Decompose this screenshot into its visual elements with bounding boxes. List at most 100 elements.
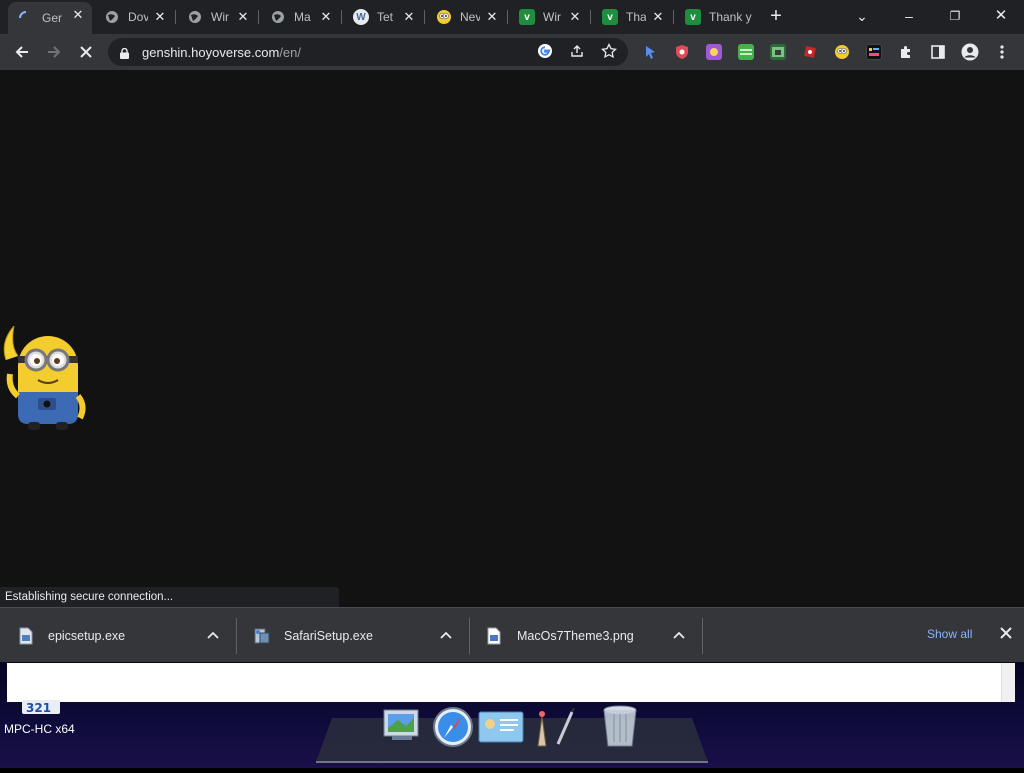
- tab-close-icon[interactable]: ✕: [567, 9, 583, 25]
- loading-spinner-icon: [18, 10, 34, 26]
- more-menu-icon[interactable]: [992, 42, 1012, 62]
- tab-title: Ger: [42, 11, 62, 25]
- mpc-hc-label[interactable]: MPC-HC x64: [4, 722, 75, 736]
- cursor-extension-icon[interactable]: [642, 44, 658, 60]
- tab-download[interactable]: Dov ✕: [94, 4, 174, 30]
- address-bar[interactable]: genshin.hoyoverse.com/en/: [108, 38, 628, 66]
- tab-title: Wir: [211, 10, 229, 24]
- stop-loading-button[interactable]: [74, 40, 98, 64]
- tab-title: Tha: [626, 10, 646, 24]
- tab-close-icon[interactable]: ✕: [484, 9, 500, 25]
- bookmark-star-icon[interactable]: [600, 42, 618, 61]
- show-all-link[interactable]: Show all: [927, 627, 972, 641]
- download-item[interactable]: MacOs7Theme3.png: [469, 608, 702, 663]
- image-file-icon: [487, 627, 503, 645]
- tab-separator: [258, 10, 259, 24]
- tab-close-icon[interactable]: ✕: [318, 9, 334, 25]
- tab-win[interactable]: Wir ✕: [177, 4, 257, 30]
- tab-genshin[interactable]: Ger ✕: [8, 2, 92, 34]
- chevron-up-icon[interactable]: [671, 627, 687, 643]
- download-filename: SafariSetup.exe: [284, 628, 373, 643]
- download-item[interactable]: epicsetup.exe: [0, 608, 236, 663]
- blank-window-strip: [7, 663, 1015, 702]
- globe-icon: [270, 9, 286, 25]
- pen-tools-dock-icon[interactable]: [528, 707, 578, 753]
- tab-separator: [673, 10, 674, 24]
- shield-extension-icon[interactable]: [674, 44, 690, 60]
- tab-separator: [590, 10, 591, 24]
- scrollbar[interactable]: [1001, 663, 1015, 702]
- download-shelf: epicsetup.exe SafariSetup.exe MacOs7Them…: [0, 607, 1024, 662]
- chevron-up-icon[interactable]: [438, 627, 454, 643]
- page-viewport: [0, 70, 1024, 607]
- tab-close-icon[interactable]: ✕: [70, 7, 86, 23]
- close-window-button[interactable]: ✕: [985, 4, 1017, 28]
- minion-icon: [436, 9, 452, 25]
- globe-icon: [104, 9, 120, 25]
- contacts-dock-icon[interactable]: [478, 710, 524, 749]
- red-extension-icon[interactable]: [802, 44, 818, 60]
- status-bubble: Establishing secure connection...: [0, 587, 339, 607]
- download-separator: [702, 618, 703, 654]
- globe-icon: [187, 9, 203, 25]
- new-tab-button[interactable]: +: [765, 6, 787, 28]
- safari-dock-icon[interactable]: [432, 706, 474, 753]
- exe-file-icon: [18, 627, 34, 645]
- tab-tetris[interactable]: W Tet ✕: [343, 4, 423, 30]
- trash-dock-icon[interactable]: [600, 704, 640, 755]
- green-v-icon: v: [519, 9, 535, 25]
- green-bars-extension-icon[interactable]: [738, 44, 754, 60]
- tab-new[interactable]: Nev ✕: [426, 4, 506, 30]
- restore-button[interactable]: ❐: [939, 4, 971, 28]
- url-text: genshin.hoyoverse.com/en/: [142, 45, 301, 60]
- tab-title: Thank y: [709, 10, 752, 24]
- tab-title: Tet: [377, 10, 394, 24]
- dock: [312, 704, 712, 768]
- green-v-icon: v: [602, 9, 618, 25]
- extensions-puzzle-icon[interactable]: [896, 42, 916, 62]
- svg-text:321: 321: [26, 701, 51, 714]
- minion-extension-icon[interactable]: [834, 44, 850, 60]
- tab-title: Dov: [128, 10, 148, 24]
- url-path: /en/: [279, 45, 301, 60]
- tab-thank-you[interactable]: v Thank y: [675, 4, 759, 30]
- share-icon[interactable]: [568, 43, 586, 61]
- tab-separator: [507, 10, 508, 24]
- url-host: genshin.hoyoverse.com: [142, 45, 280, 60]
- lock-icon: [120, 46, 129, 59]
- profile-avatar-icon[interactable]: [960, 42, 980, 62]
- tab-close-icon[interactable]: ✕: [152, 9, 168, 25]
- chevron-up-icon[interactable]: [205, 627, 221, 643]
- tab-ma[interactable]: Ma ✕: [260, 4, 340, 30]
- minion-desktop-pet[interactable]: [0, 324, 86, 432]
- google-icon[interactable]: [536, 43, 554, 61]
- tab-search-button[interactable]: ⌄: [846, 4, 878, 28]
- tab-close-icon[interactable]: ✕: [401, 9, 417, 25]
- green-v-icon: v: [685, 9, 701, 25]
- installer-file-icon: [254, 627, 270, 645]
- tab-win-2[interactable]: v Wir ✕: [509, 4, 589, 30]
- photo-extension-icon[interactable]: [770, 44, 786, 60]
- tab-close-icon[interactable]: ✕: [235, 9, 251, 25]
- tab-strip: Ger ✕ Dov ✕ Wir ✕ Ma ✕ W Tet ✕ Nev ✕ v W…: [0, 0, 1024, 34]
- download-filename: MacOs7Theme3.png: [517, 628, 634, 643]
- tab-separator: [341, 10, 342, 24]
- wordpress-icon: W: [353, 9, 369, 25]
- download-filename: epicsetup.exe: [48, 628, 126, 643]
- tab-close-icon[interactable]: ✕: [650, 9, 666, 25]
- tab-title: Nev: [460, 10, 480, 24]
- tab-separator: [175, 10, 176, 24]
- forward-button[interactable]: [42, 40, 66, 64]
- tab-thanks[interactable]: v Tha ✕: [592, 4, 672, 30]
- tab-title: Wir: [543, 10, 561, 24]
- purple-extension-icon[interactable]: [706, 44, 722, 60]
- back-button[interactable]: [10, 40, 34, 64]
- close-icon[interactable]: [997, 626, 1015, 644]
- download-item[interactable]: SafariSetup.exe: [236, 608, 469, 663]
- minimize-button[interactable]: –: [893, 4, 925, 28]
- side-panel-icon[interactable]: [928, 42, 948, 62]
- code-extension-icon[interactable]: [866, 44, 882, 60]
- tab-separator: [424, 10, 425, 24]
- mpc-hc-shortcut-icon[interactable]: 321: [22, 700, 60, 715]
- finder-dock-icon[interactable]: [382, 706, 422, 751]
